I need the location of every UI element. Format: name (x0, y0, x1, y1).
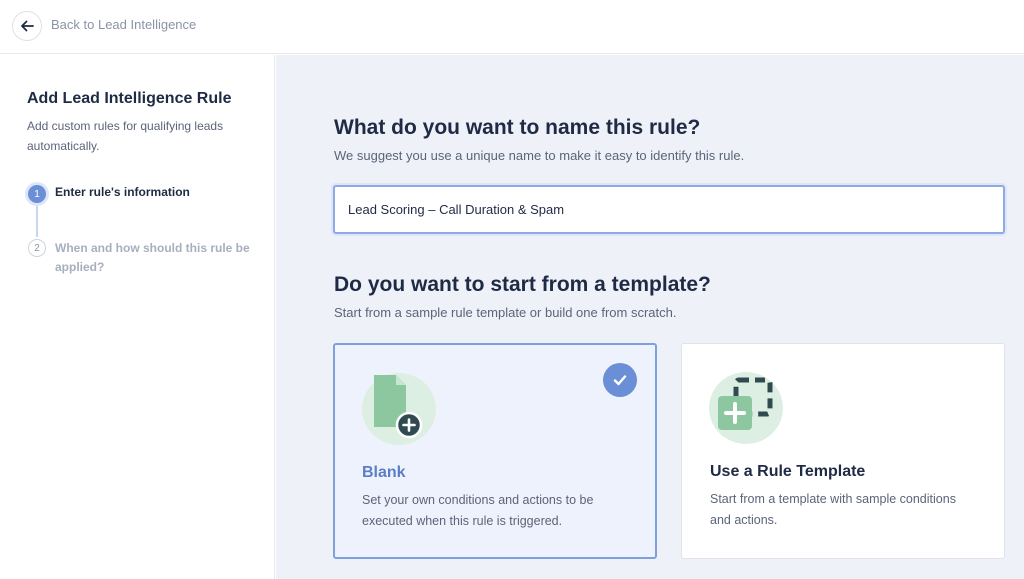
template-heading: Do you want to start from a template? (334, 273, 711, 296)
blank-option-description: Set your own conditions and actions to b… (362, 493, 594, 528)
top-bar: Back to Lead Intelligence (0, 0, 1024, 54)
template-plus-icon (709, 372, 783, 444)
sidebar-title: Add Lead Intelligence Rule (27, 90, 232, 107)
sidebar-subtitle: Add custom rules for qualifying leads au… (27, 119, 224, 153)
blank-option-card[interactable]: Blank Set your own conditions and action… (333, 343, 657, 559)
step-1-label[interactable]: Enter rule's information (55, 185, 190, 199)
rule-template-option-card[interactable]: Use a Rule Template Start from a templat… (681, 343, 1005, 559)
rule-name-description: We suggest you use a unique name to make… (334, 148, 745, 163)
blank-option-title: Blank (362, 464, 406, 481)
rule-template-option-description: Start from a template with sample condit… (710, 492, 956, 527)
step-1-number: 1 (28, 185, 46, 203)
blank-document-plus-icon (362, 373, 436, 445)
back-button[interactable] (12, 11, 42, 41)
rule-name-heading: What do you want to name this rule? (334, 116, 701, 139)
step-2-number: 2 (28, 239, 46, 257)
step-2-label[interactable]: When and how should this rule be applied… (55, 239, 255, 277)
arrow-left-icon (21, 20, 34, 32)
sidebar: Add Lead Intelligence Rule Add custom ru… (0, 55, 275, 579)
template-description: Start from a sample rule template or bui… (334, 305, 677, 320)
rule-template-option-title: Use a Rule Template (710, 463, 866, 480)
step-connector (36, 206, 38, 237)
back-link[interactable]: Back to Lead Intelligence (51, 17, 196, 32)
selected-check-icon (603, 363, 637, 397)
rule-name-input[interactable] (333, 185, 1005, 234)
main-content: What do you want to name this rule? We s… (276, 55, 1024, 579)
